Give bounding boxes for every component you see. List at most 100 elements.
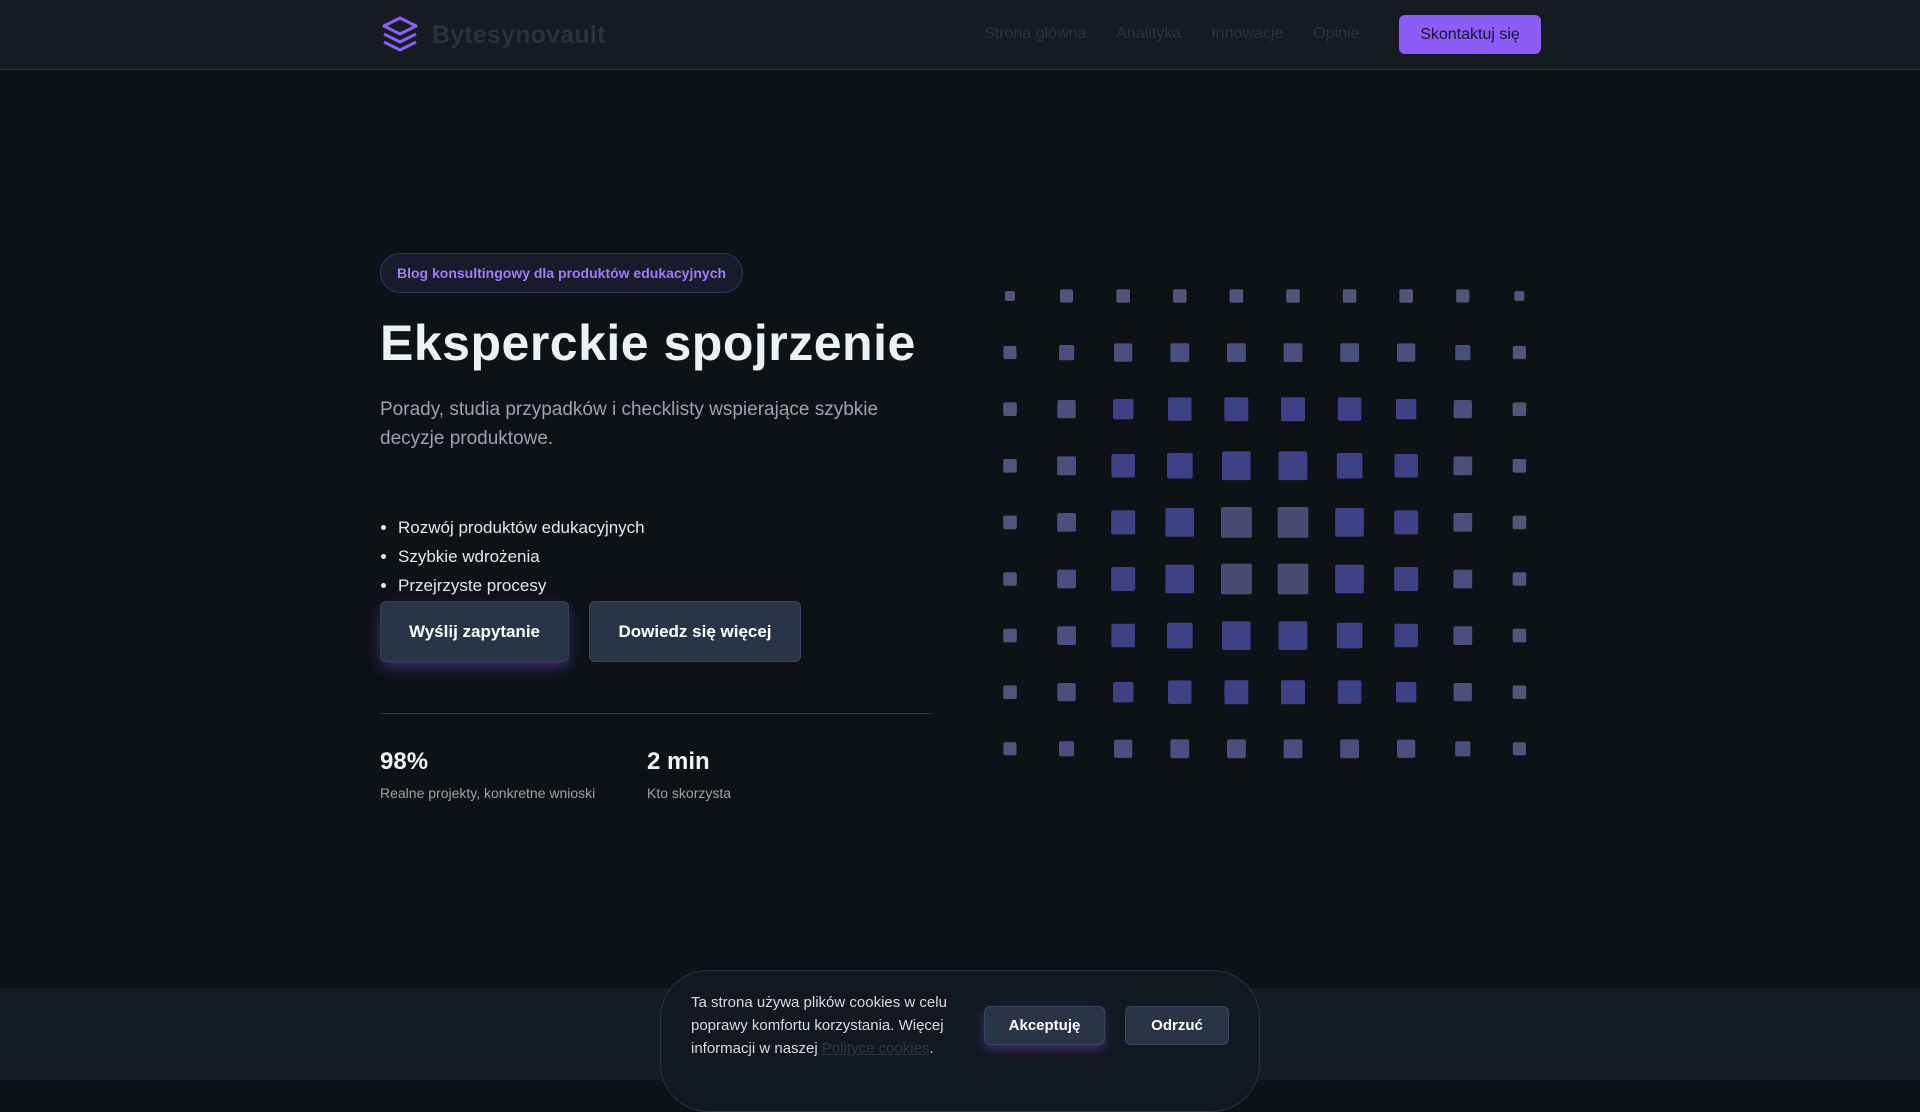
cookie-text-end: . — [929, 1040, 934, 1057]
grid-square — [1057, 569, 1076, 589]
grid-square — [1227, 739, 1246, 759]
grid-square — [1224, 680, 1249, 705]
grid-square — [1278, 451, 1308, 481]
grid-square — [1397, 739, 1416, 758]
feature-list: Rozwój produktów edukacyjnych Szybkie wd… — [380, 513, 645, 600]
nav-link-analytics[interactable]: Analityka — [1116, 25, 1181, 43]
grid-square — [1114, 343, 1133, 362]
brand-logo[interactable]: Bytesynovault — [380, 15, 606, 55]
grid-square — [1167, 453, 1193, 479]
grid-square — [1453, 683, 1472, 702]
brand-name: Bytesynovault — [432, 20, 606, 49]
grid-square — [1165, 564, 1195, 594]
grid-square — [1394, 454, 1418, 478]
grid-square — [1003, 515, 1017, 530]
grid-square — [1116, 289, 1130, 303]
stats-divider — [380, 713, 931, 714]
nav-link-home[interactable]: Strona główna — [984, 25, 1086, 43]
grid-square — [1512, 685, 1527, 699]
grid-square — [1057, 513, 1076, 532]
stat-label: Kto skorzysta — [647, 785, 732, 801]
nav-link-reviews[interactable]: Opinie — [1313, 25, 1359, 43]
grid-square — [1340, 343, 1359, 362]
grid-square — [1114, 739, 1133, 758]
grid-square — [1221, 507, 1252, 538]
grid-square — [1168, 397, 1192, 421]
grid-square — [1453, 456, 1473, 476]
grid-square — [1277, 507, 1309, 538]
grid-square — [1512, 459, 1527, 473]
grid-square — [1057, 626, 1076, 645]
grid-square — [1514, 291, 1525, 301]
grid-square — [1512, 402, 1527, 416]
grid-square — [1005, 291, 1015, 301]
grid-square — [1060, 289, 1074, 303]
main-nav: Strona główna Analityka Innowacje Opinie — [984, 25, 1360, 43]
grid-square — [1277, 563, 1309, 595]
grid-square — [1111, 623, 1135, 648]
grid-square — [1003, 459, 1017, 473]
grid-square — [1399, 289, 1413, 303]
grid-square — [1453, 400, 1472, 419]
grid-square — [1113, 682, 1134, 703]
grid-square — [1003, 572, 1017, 586]
grid-square — [1059, 741, 1075, 757]
accept-cookies-button[interactable]: Akceptuję — [984, 1006, 1105, 1045]
grid-square — [1278, 621, 1308, 650]
grid-square — [1512, 742, 1526, 756]
stat-value: 2 min — [647, 748, 710, 775]
grid-square — [1455, 741, 1471, 757]
grid-square — [1003, 628, 1017, 643]
grid-square — [1456, 289, 1470, 303]
grid-square — [1512, 346, 1526, 360]
learn-more-button[interactable]: Dowiedz się więcej — [589, 601, 801, 662]
grid-square — [1455, 345, 1471, 361]
decorative-square-grid — [1003, 289, 1527, 759]
grid-square — [1336, 453, 1363, 479]
layers-icon — [382, 16, 418, 52]
nav-link-innovations[interactable]: Innowacje — [1211, 25, 1283, 43]
feature-item: Szybkie wdrożenia — [398, 542, 645, 571]
grid-square — [1111, 510, 1136, 535]
feature-item: Rozwój produktów edukacyjnych — [398, 513, 645, 542]
reject-cookies-button[interactable]: Odrzuć — [1125, 1006, 1229, 1045]
cookie-policy-link[interactable]: Polityce cookies — [822, 1040, 930, 1057]
grid-square — [1221, 563, 1252, 595]
grid-square — [1224, 397, 1249, 422]
grid-square — [1337, 397, 1362, 421]
grid-square — [1283, 739, 1303, 759]
site-header: Bytesynovault Strona główna Analityka In… — [0, 0, 1920, 70]
grid-square — [1003, 402, 1017, 416]
grid-square — [1003, 742, 1017, 756]
grid-square — [1281, 397, 1305, 422]
send-inquiry-button[interactable]: Wyślij zapytanie — [380, 601, 569, 662]
grid-square — [1396, 682, 1417, 703]
grid-square — [1396, 399, 1417, 420]
feature-item: Przejrzyste procesy — [398, 571, 645, 600]
grid-square — [1453, 569, 1473, 589]
grid-square — [1111, 567, 1136, 591]
grid-square — [1394, 623, 1418, 648]
grid-square — [1512, 572, 1527, 586]
grid-square — [1227, 343, 1246, 362]
contact-button[interactable]: Skontaktuj się — [1399, 15, 1541, 54]
stat-value: 98% — [380, 748, 429, 775]
grid-square — [1342, 289, 1357, 303]
grid-square — [1168, 680, 1192, 704]
grid-square — [1222, 621, 1251, 650]
grid-square — [1165, 508, 1195, 537]
category-badge: Blog konsultingowy dla produktów edukacy… — [380, 253, 744, 293]
stat-label: Realne projekty, konkretne wnioski — [380, 785, 596, 801]
grid-square — [1167, 622, 1193, 649]
grid-square — [1335, 564, 1364, 594]
grid-square — [1170, 739, 1190, 759]
cookie-banner: Ta strona używa plików cookies w celu po… — [660, 970, 1260, 1112]
grid-square — [1453, 626, 1473, 645]
grid-square — [1394, 510, 1419, 535]
grid-square — [1281, 680, 1305, 705]
grid-square — [1453, 513, 1473, 532]
grid-square — [1512, 628, 1527, 643]
cookie-message: Ta strona używa plików cookies w celu po… — [691, 991, 971, 1060]
grid-square — [1229, 289, 1244, 303]
grid-square — [1173, 289, 1187, 303]
